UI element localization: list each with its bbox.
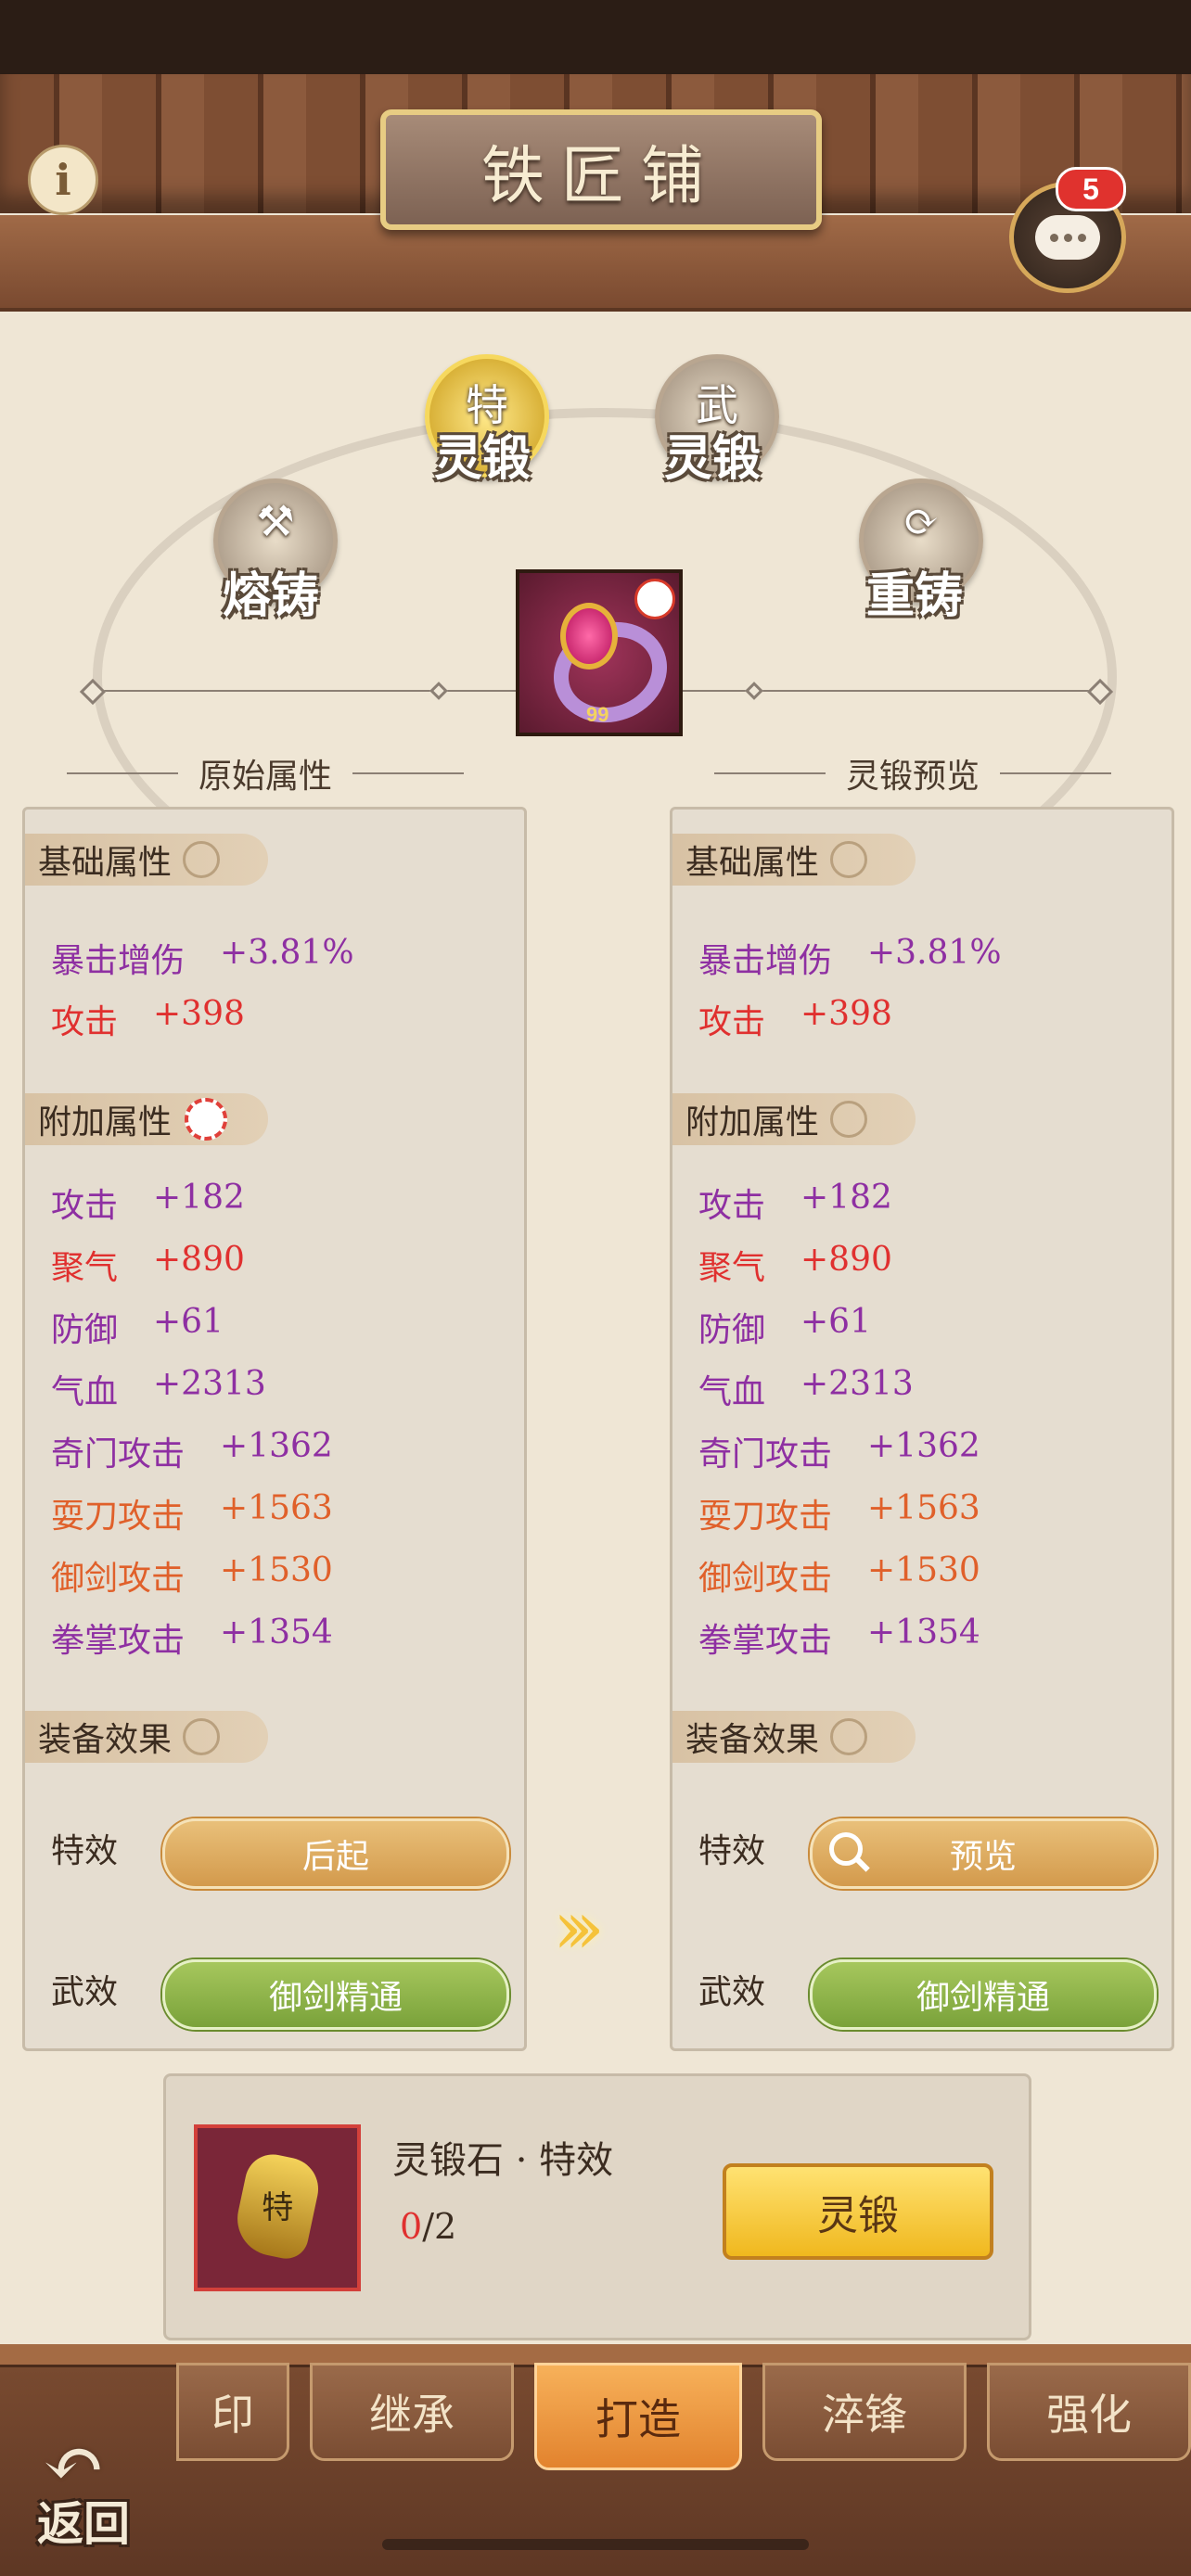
- base-attributes-tag: 基础属性: [672, 834, 916, 886]
- base-attributes-tag: 基础属性: [25, 834, 268, 886]
- title-sign: 铁匠铺: [380, 109, 822, 230]
- special-effect-preview-button[interactable]: 预览: [810, 1818, 1157, 1889]
- mode-special-forge-label: 灵锻: [434, 430, 531, 487]
- mode-smelt-label: 熔铸: [223, 567, 320, 624]
- info-icon: i: [55, 155, 71, 205]
- forge-stone-icon: 特: [230, 2149, 325, 2264]
- chat-unread-badge: 5: [1056, 167, 1126, 211]
- martial-effect-label: 武效: [698, 1973, 766, 2011]
- equipment-effect-tag: 装备效果: [672, 1711, 916, 1763]
- tab-enhance[interactable]: 强化: [987, 2363, 1191, 2461]
- equipment-slot[interactable]: 99: [516, 569, 683, 739]
- gem-icon: [560, 603, 618, 670]
- equipment-effect-tag: 装备效果: [25, 1711, 268, 1763]
- back-label: 返回: [37, 2496, 130, 2551]
- home-indicator: [382, 2539, 809, 2550]
- recast-icon: ⟳: [903, 496, 940, 546]
- item-level: 99: [586, 703, 609, 726]
- forge-stone-slot[interactable]: 特: [194, 2124, 361, 2291]
- stat-row: 拳掌攻击 +1354: [698, 1613, 980, 1660]
- stat-row: 防御 +61: [51, 1303, 224, 1349]
- tag-ornament-icon: [830, 1718, 868, 1755]
- search-icon-handle: [855, 1857, 870, 1872]
- stat-row: 御剑攻击 +1530: [51, 1551, 333, 1598]
- stat-row: 暴击增伤 +3.81%: [51, 934, 354, 980]
- stat-row: 攻击 +182: [698, 1179, 892, 1225]
- original-attributes-header: 原始属性: [67, 749, 464, 797]
- material-name: 灵锻石 · 特效: [392, 2139, 614, 2182]
- martial-effect-pill[interactable]: 御剑精通: [810, 1959, 1157, 2030]
- stat-row: 气血 +2313: [698, 1365, 914, 1411]
- double-chevron-right-icon: ›››: [553, 1884, 605, 1970]
- stat-row: 攻击 +398: [51, 995, 245, 1041]
- stat-row: 攻击 +398: [698, 995, 892, 1041]
- status-bar-area: [0, 0, 1191, 82]
- stat-row: 拳掌攻击 +1354: [51, 1613, 333, 1660]
- tab-inherit[interactable]: 继承: [310, 2363, 514, 2461]
- stat-row: 御剑攻击 +1530: [698, 1551, 980, 1598]
- tab-craft[interactable]: 打造: [534, 2363, 742, 2470]
- info-button[interactable]: i: [28, 145, 98, 215]
- anvil-icon: ⚒: [256, 496, 295, 546]
- tab-temper[interactable]: 淬锋: [762, 2363, 967, 2461]
- original-attributes-panel: 基础属性 暴击增伤 +3.81% 攻击 +398 附加属性 攻击 +182 聚气 +89…: [22, 807, 527, 2051]
- spirit-forge-button[interactable]: 灵锻: [723, 2163, 993, 2260]
- stat-row: 奇门攻击 +1362: [51, 1427, 333, 1473]
- material-count: 0/2: [400, 2206, 457, 2247]
- special-badge-icon: [185, 1098, 228, 1141]
- material-panel: 特 灵锻石 · 特效 0/2 灵锻: [163, 2073, 1031, 2340]
- page-title: 铁匠铺: [480, 139, 721, 213]
- tag-ornament-icon: [830, 1101, 868, 1138]
- stat-row: 耍刀攻击 +1563: [698, 1489, 980, 1536]
- extra-attributes-tag: 附加属性: [672, 1093, 916, 1145]
- forge-preview-panel: 基础属性 暴击增伤 +3.81% 攻击 +398 附加属性 攻击 +182 聚气 +89…: [670, 807, 1174, 2051]
- extra-attributes-tag: 附加属性: [25, 1093, 268, 1145]
- stat-row: 聚气 +890: [698, 1241, 892, 1287]
- stat-row: 气血 +2313: [51, 1365, 266, 1411]
- martial-effect-label: 武效: [51, 1973, 119, 2011]
- special-effect-pill[interactable]: 后起: [162, 1818, 509, 1889]
- mode-martial-forge-label: 灵锻: [664, 430, 762, 487]
- chat-icon: [1035, 215, 1100, 260]
- stat-row: 暴击增伤 +3.81%: [698, 934, 1002, 980]
- stat-row: 奇门攻击 +1362: [698, 1427, 980, 1473]
- tag-ornament-icon: [830, 841, 868, 878]
- tag-ornament-icon: [183, 1718, 221, 1755]
- item-special-badge: [634, 579, 675, 619]
- back-button[interactable]: ↶ 返回: [28, 2420, 158, 2551]
- stat-row: 攻击 +182: [51, 1179, 245, 1225]
- forge-preview-header: 灵锻预览: [714, 749, 1111, 797]
- stat-row: 防御 +61: [698, 1303, 871, 1349]
- stat-row: 聚气 +890: [51, 1241, 245, 1287]
- tab-seal[interactable]: 印: [176, 2363, 289, 2461]
- stat-row: 耍刀攻击 +1563: [51, 1489, 333, 1536]
- special-effect-label: 特效: [698, 1832, 766, 1870]
- tag-ornament-icon: [183, 841, 221, 878]
- martial-effect-pill[interactable]: 御剑精通: [162, 1959, 509, 2030]
- special-effect-label: 特效: [51, 1832, 119, 1870]
- mode-recast-label: 重铸: [866, 567, 964, 624]
